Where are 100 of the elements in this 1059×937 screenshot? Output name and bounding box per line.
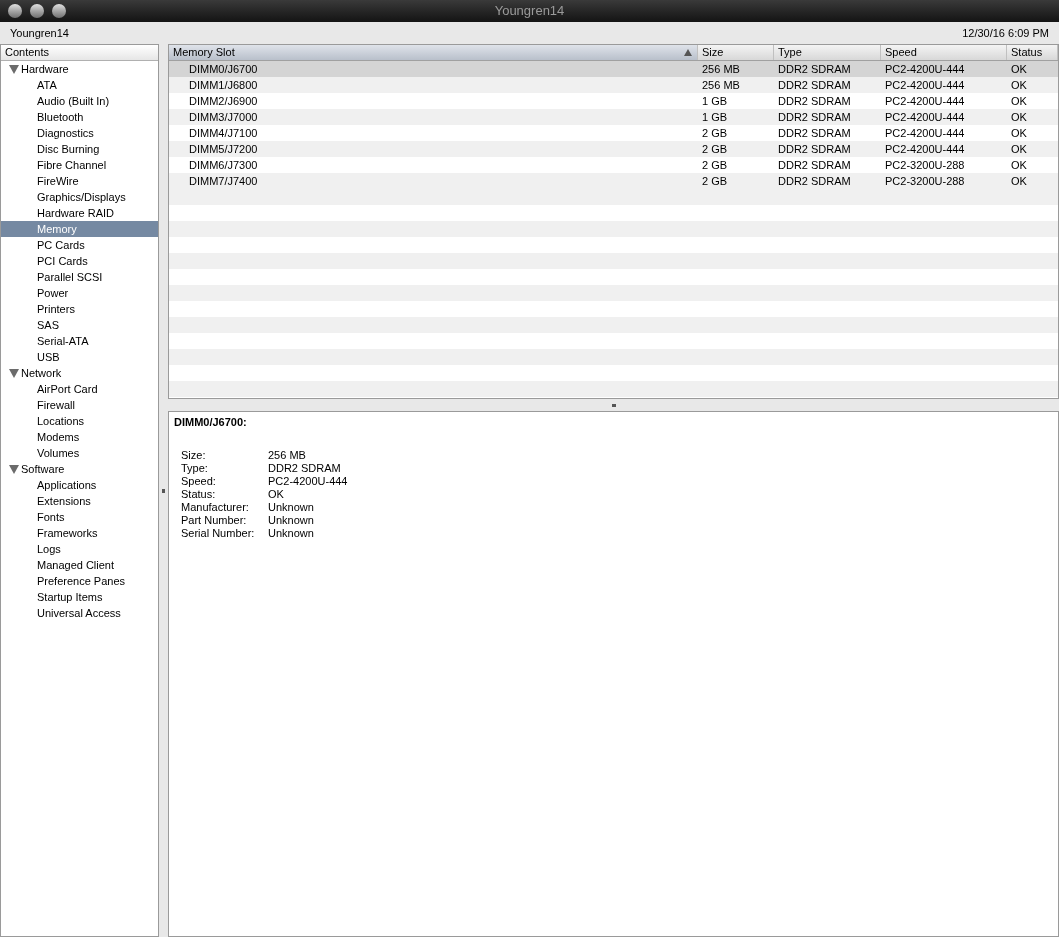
table-cell-text: OK [1010, 125, 1028, 141]
field-value: Unknown [268, 513, 315, 527]
table-cell-text: 1 GB [701, 109, 729, 125]
field-value: PC2-4200U-444 [268, 474, 348, 488]
sidebar-item[interactable]: Diagnostics [1, 125, 158, 141]
table-cell-text: OK [1010, 141, 1028, 157]
table-row[interactable]: DIMM3/J7000 1 GB DDR2 SDRAM PC2-4200U-444 OK [169, 109, 1058, 125]
sidebar-item[interactable]: Preference Panes [1, 573, 158, 589]
table-cell-text: PC2-4200U-444 [884, 61, 966, 77]
table-cell-text: DIMM7/J7400 [188, 173, 259, 189]
table-cell-text: OK [1010, 93, 1028, 109]
disclosure-triangle-icon[interactable] [9, 368, 19, 378]
disclosure-triangle-icon[interactable] [9, 464, 19, 474]
sidebar-item[interactable]: Universal Access [1, 605, 158, 621]
table-cell-text: PC2-4200U-444 [884, 93, 966, 109]
field-label: Size: [181, 448, 207, 462]
table-cell-text: PC2-3200U-288 [884, 173, 966, 189]
detail-title: DIMM0/J6700: [174, 415, 248, 430]
sort-ascending-icon [684, 49, 692, 56]
table-cell-text: PC2-4200U-444 [884, 141, 966, 157]
sidebar-item[interactable]: Locations [1, 413, 158, 429]
table-cell-text: DIMM0/J6700 [188, 61, 259, 77]
table-cell-text: OK [1010, 157, 1028, 173]
sidebar-item[interactable]: Startup Items [1, 589, 158, 605]
splitter-handle-icon[interactable] [611, 403, 616, 407]
window-control-button[interactable] [30, 4, 44, 18]
table-cell-text: OK [1010, 109, 1028, 125]
sidebar-item[interactable]: Applications [1, 477, 158, 493]
table-cell-text: 256 MB [701, 61, 741, 77]
table-row[interactable]: DIMM6/J7300 2 GB DDR2 SDRAM PC2-3200U-288 OK [169, 157, 1058, 173]
category-item[interactable]: Hardware [20, 60, 70, 78]
window-control-button[interactable] [52, 4, 66, 18]
sidebar-item[interactable]: AirPort Card [1, 381, 158, 397]
field-label: Manufacturer: [181, 500, 250, 514]
sidebar-item[interactable]: Extensions [1, 493, 158, 509]
sidebar-item[interactable]: Serial-ATA [1, 333, 158, 349]
sidebar-heading: Contents [1, 45, 158, 61]
date-time: 12/30/16 6:09 PM [962, 25, 1049, 41]
table-cell-text: DIMM6/J7300 [188, 157, 259, 173]
sidebar-item[interactable]: Memory [1, 221, 158, 237]
table-row[interactable]: DIMM1/J6800 256 MB DDR2 SDRAM PC2-4200U-444 OK [169, 77, 1058, 93]
table-cell-text: PC2-4200U-444 [884, 77, 966, 93]
table-cell-text: DDR2 SDRAM [777, 61, 852, 77]
column-header[interactable]: Memory Slot [169, 45, 698, 60]
sidebar-item[interactable]: PC Cards [1, 237, 158, 253]
category-item[interactable]: Software [20, 460, 66, 478]
field-value: 256 MB [268, 448, 307, 462]
table-cell-text: DIMM3/J7000 [188, 109, 259, 125]
table-cell-text: OK [1010, 77, 1028, 93]
column-header[interactable]: Type [774, 45, 881, 60]
sidebar-item[interactable]: Volumes [1, 445, 158, 461]
table-row[interactable]: DIMM7/J7400 2 GB DDR2 SDRAM PC2-3200U-288 OK [169, 173, 1058, 189]
sidebar-item[interactable]: Hardware RAID [1, 205, 158, 221]
field-value: DDR2 SDRAM [268, 461, 342, 475]
field-label: Status: [181, 487, 217, 501]
sidebar-item[interactable]: Fonts [1, 509, 158, 525]
sidebar-item[interactable]: Printers [1, 301, 158, 317]
table-cell-text: DDR2 SDRAM [777, 141, 852, 157]
sidebar-item[interactable]: Power [1, 285, 158, 301]
table-cell-text: 1 GB [701, 93, 729, 109]
sidebar-item[interactable]: FireWire [1, 173, 158, 189]
column-header[interactable]: Speed [881, 45, 1007, 60]
table-row[interactable]: DIMM0/J6700 256 MB DDR2 SDRAM PC2-4200U-444 OK [169, 61, 1058, 77]
table-cell-text: DIMM4/J7100 [188, 125, 259, 141]
sidebar-item[interactable]: Graphics/Displays [1, 189, 158, 205]
table-cell-text: 2 GB [701, 125, 729, 141]
window-control-button[interactable] [8, 4, 22, 18]
sidebar-item[interactable]: PCI Cards [1, 253, 158, 269]
sidebar-item[interactable]: SAS [1, 317, 158, 333]
field-label: Part Number: [181, 513, 248, 527]
table-row[interactable]: DIMM2/J6900 1 GB DDR2 SDRAM PC2-4200U-444 OK [169, 93, 1058, 109]
table-row[interactable]: DIMM5/J7200 2 GB DDR2 SDRAM PC2-4200U-444 OK [169, 141, 1058, 157]
sidebar-item[interactable]: Audio (Built In) [1, 93, 158, 109]
sidebar-item[interactable]: Firewall [1, 397, 158, 413]
computer-name: Youngren14 [10, 25, 69, 41]
sidebar-item[interactable]: Modems [1, 429, 158, 445]
sidebar-item[interactable]: Fibre Channel [1, 157, 158, 173]
sidebar-item[interactable]: Frameworks [1, 525, 158, 541]
table-cell-text: 2 GB [701, 157, 729, 173]
sidebar-item[interactable]: ATA [1, 77, 158, 93]
field-label: Type: [181, 461, 209, 475]
sidebar-item[interactable]: Bluetooth [1, 109, 158, 125]
table-cell-text: PC2-3200U-288 [884, 157, 966, 173]
sidebar-item[interactable]: Disc Burning [1, 141, 158, 157]
table-cell-text: DDR2 SDRAM [777, 77, 852, 93]
sidebar-item[interactable]: Managed Client [1, 557, 158, 573]
column-header[interactable]: Status [1007, 45, 1058, 60]
field-value: Unknown [268, 526, 315, 540]
table-cell-text: DDR2 SDRAM [777, 173, 852, 189]
splitter-handle-icon[interactable] [162, 488, 165, 493]
category-item[interactable]: Network [20, 364, 63, 382]
sidebar-item[interactable]: Logs [1, 541, 158, 557]
field-value: Unknown [268, 500, 315, 514]
table-row[interactable]: DIMM4/J7100 2 GB DDR2 SDRAM PC2-4200U-444 OK [169, 125, 1058, 141]
sidebar-item[interactable]: Parallel SCSI [1, 269, 158, 285]
table-cell-text: 2 GB [701, 173, 729, 189]
column-header[interactable]: Size [698, 45, 774, 60]
table-cell-text: PC2-4200U-444 [884, 125, 966, 141]
disclosure-triangle-icon[interactable] [9, 64, 19, 74]
sidebar-item[interactable]: USB [1, 349, 158, 365]
